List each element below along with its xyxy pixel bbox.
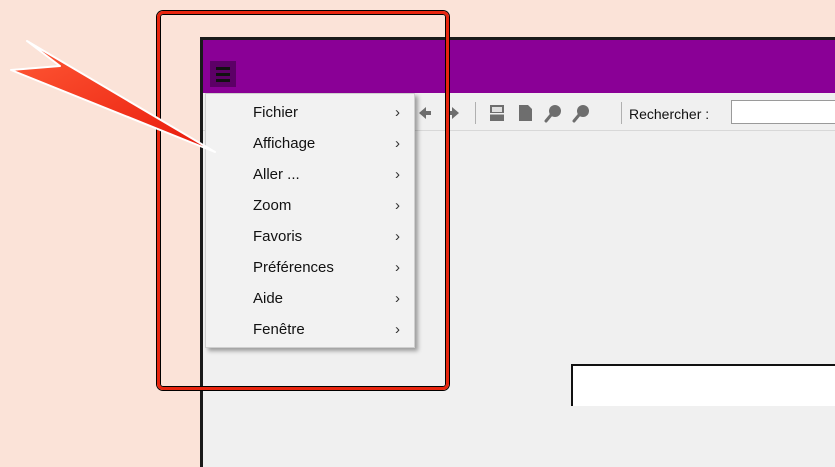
page-icon[interactable] bbox=[515, 103, 535, 123]
zoom-in-icon[interactable] bbox=[571, 103, 591, 123]
zoom-out-icon[interactable] bbox=[543, 103, 563, 123]
toolbar-separator bbox=[621, 102, 622, 124]
page-layout-icon[interactable] bbox=[487, 103, 507, 123]
annotation-arrow-icon bbox=[10, 40, 216, 153]
inner-panel bbox=[571, 364, 835, 406]
search-label: Rechercher : bbox=[629, 106, 710, 122]
toolbar-separator bbox=[475, 102, 476, 124]
search-input[interactable] bbox=[731, 100, 835, 124]
